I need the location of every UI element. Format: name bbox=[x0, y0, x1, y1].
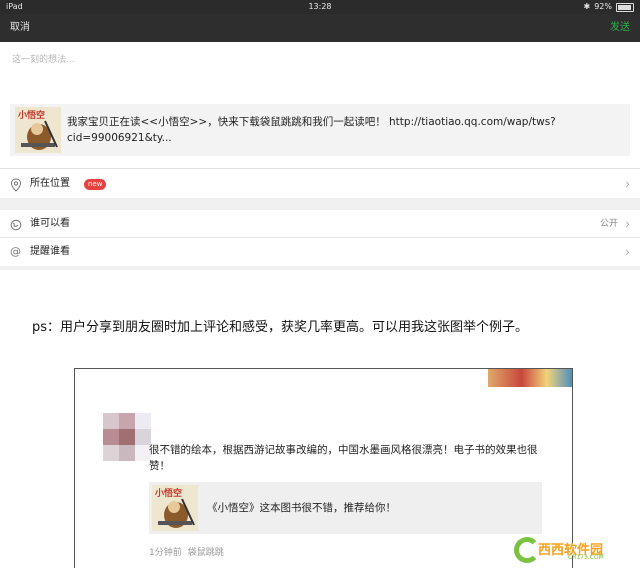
location-label: 所在位置 bbox=[30, 178, 70, 189]
watermark-logo: 西西软件园 CR173.COM bbox=[514, 537, 638, 563]
chevron-right-icon: › bbox=[625, 217, 630, 231]
post-source: 袋鼠跳跳 bbox=[187, 548, 224, 558]
post-text: 很不错的绘本，根据西游记故事改编的，中国水墨画风格很漂亮！电子书的效果也很赞！ bbox=[149, 444, 538, 472]
divider bbox=[0, 237, 640, 238]
status-time: 13:28 bbox=[308, 2, 332, 11]
nav-bar: 取消 发送 bbox=[0, 14, 640, 42]
new-badge: new bbox=[84, 179, 107, 190]
visibility-row[interactable]: 谁可以看 公开 › bbox=[0, 211, 640, 237]
at-sign-icon: @ bbox=[10, 245, 21, 258]
mention-row[interactable]: @ 提醒谁看 › bbox=[0, 239, 640, 265]
post-time: 1分钟前 bbox=[149, 548, 182, 558]
logo-c-icon bbox=[514, 537, 540, 563]
watermark-sub: CR173.COM bbox=[568, 554, 604, 561]
caption-text: ps：用户分享到朋友圈时加上评论和感受，获奖几率更高。可以用我这张图举个例子。 bbox=[32, 320, 529, 335]
visibility-value: 公开 bbox=[599, 219, 618, 229]
section-gap bbox=[0, 266, 640, 270]
chevron-right-icon: › bbox=[625, 177, 630, 191]
shared-content-card[interactable]: 小悟空 我家宝贝正在读<<小悟空>>，快来下载袋鼠跳跳和我们一起读吧！ http… bbox=[10, 104, 630, 156]
divider bbox=[0, 168, 640, 169]
chevron-right-icon: › bbox=[625, 245, 630, 259]
location-pin-icon bbox=[10, 177, 22, 192]
cover-title-text: 小悟空 bbox=[154, 487, 182, 499]
section-gap bbox=[0, 198, 640, 210]
status-bar: iPad 13:28 ✱ 92% bbox=[0, 0, 640, 14]
mention-label: 提醒谁看 bbox=[30, 246, 70, 257]
location-row[interactable]: 所在位置 new › bbox=[0, 171, 640, 197]
bluetooth-icon: ✱ bbox=[583, 2, 591, 11]
book-cover-thumbnail: 小悟空 bbox=[152, 485, 198, 531]
battery-icon bbox=[616, 2, 634, 12]
shared-link-card: 小悟空 《小悟空》这本图书很不错，推荐给你！ bbox=[149, 482, 542, 534]
example-post-screenshot: 很不错的绘本，根据西游记故事改编的，中国水墨画风格很漂亮！电子书的效果也很赞！ … bbox=[74, 368, 573, 568]
avatar bbox=[103, 413, 151, 461]
send-button[interactable]: 发送 bbox=[610, 14, 630, 42]
shared-link-text: 《小悟空》这本图书很不错，推荐给你！ bbox=[207, 502, 396, 514]
banner-image bbox=[488, 369, 572, 387]
book-cover-thumbnail: 小悟空 bbox=[15, 107, 61, 153]
post-meta: 1分钟前 袋鼠跳跳 bbox=[149, 545, 224, 558]
globe-icon bbox=[10, 217, 22, 231]
visibility-label: 谁可以看 bbox=[30, 218, 70, 229]
thought-input[interactable]: 这一刻的想法... bbox=[12, 52, 612, 68]
shared-content-text: 我家宝贝正在读<<小悟空>>，快来下载袋鼠跳跳和我们一起读吧！ http://t… bbox=[67, 116, 556, 144]
status-right: ✱ 92% bbox=[584, 0, 634, 14]
cancel-button[interactable]: 取消 bbox=[10, 14, 30, 42]
battery-percent: 92% bbox=[594, 2, 612, 11]
cover-title-text: 小悟空 bbox=[17, 109, 45, 121]
